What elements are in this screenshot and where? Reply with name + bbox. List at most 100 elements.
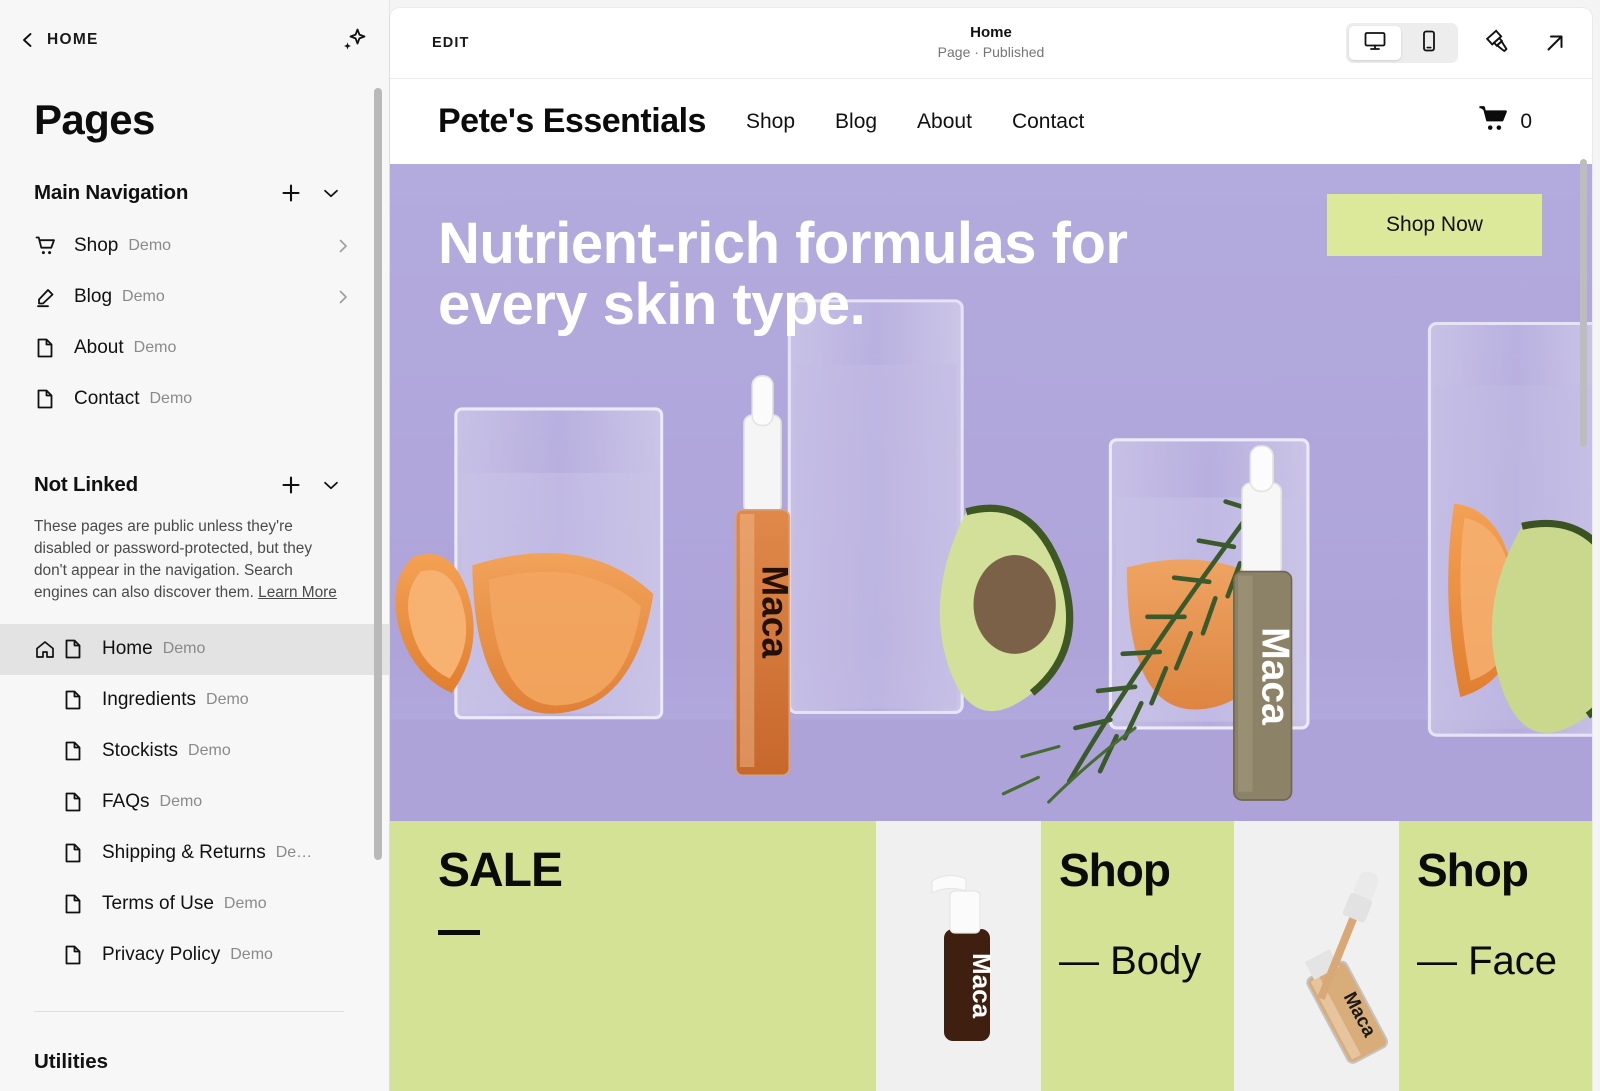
sidebar-item-badge: Demo xyxy=(206,691,249,708)
paintbrush-icon[interactable] xyxy=(1484,28,1514,58)
plus-icon[interactable] xyxy=(278,472,304,498)
sale-dash xyxy=(438,930,480,935)
document-icon xyxy=(62,689,84,711)
promo-body-subtitle: — Body xyxy=(1059,939,1202,983)
section-header-not-linked: Not Linked xyxy=(0,458,390,512)
document-icon xyxy=(62,944,84,966)
sidebar-item-ingredients[interactable]: Ingredients Demo xyxy=(0,675,390,726)
sidebar-item-label: Privacy Policy xyxy=(102,944,221,965)
back-label: HOME xyxy=(47,31,99,48)
sidebar-item-badge: Demo xyxy=(128,236,172,254)
site-nav-about[interactable]: About xyxy=(917,110,972,134)
not-linked-description: These pages are public unless they're di… xyxy=(0,512,390,624)
sidebar-item-label: Stockists xyxy=(102,740,179,761)
cart-icon xyxy=(34,234,58,258)
device-desktop-button[interactable] xyxy=(1349,26,1401,60)
product-label: Maca xyxy=(967,953,997,1019)
sidebar-item-shop[interactable]: Shop Demo xyxy=(0,220,390,271)
dropper-bottle-photo: Maca xyxy=(1234,821,1399,1091)
site-nav-contact[interactable]: Contact xyxy=(1012,110,1084,134)
document-icon xyxy=(62,893,84,915)
sidebar-scroll-area: Pages Main Navigation Shop Demo Blog Dem… xyxy=(0,80,390,1091)
promo-sale-cell[interactable]: SALE xyxy=(390,821,876,1091)
promo-face-subtitle: — Face xyxy=(1417,939,1558,983)
sidebar-item-contact[interactable]: Contact Demo xyxy=(0,373,390,424)
promo-shop-body[interactable]: Shop — Body xyxy=(1041,821,1234,1091)
promo-face-photo[interactable]: Maca xyxy=(1234,821,1399,1091)
sidebar-item-label: FAQs xyxy=(102,791,150,812)
product-label: Maca xyxy=(755,565,797,658)
document-icon xyxy=(62,638,84,660)
sidebar-top-bar: HOME xyxy=(0,0,390,80)
promo-strip: SALE Maca Shop — Body Maca Shop — Face xyxy=(390,821,1592,1091)
shopping-cart-icon xyxy=(1477,105,1511,138)
sidebar-item-label: Terms of Use xyxy=(102,893,214,914)
site-nav-shop[interactable]: Shop xyxy=(746,110,795,134)
sidebar-item-label: Blog xyxy=(74,285,113,307)
cart-button[interactable]: 0 xyxy=(1477,105,1558,138)
monitor-icon xyxy=(1363,29,1387,58)
sidebar-item-label: Home xyxy=(102,638,153,659)
sidebar-item-badge: Demo xyxy=(133,338,177,356)
sidebar-item-badge: Demo xyxy=(122,287,165,305)
preview-panel: EDIT Home Page · Published Pete's Essent… xyxy=(390,8,1592,1091)
preview-scrollbar[interactable] xyxy=(1580,159,1587,447)
phone-icon xyxy=(1417,29,1441,58)
section-title-utilities: Utilities xyxy=(34,1049,109,1073)
sidebar-item-badge: Demo xyxy=(188,742,231,759)
plus-icon[interactable] xyxy=(278,180,304,206)
document-icon xyxy=(62,842,84,864)
sidebar-item-badge: Demo xyxy=(223,895,267,912)
chevron-left-icon xyxy=(20,32,36,48)
product-label: Maca xyxy=(1254,627,1297,725)
sidebar-item-blog[interactable]: Blog Demo xyxy=(0,271,390,322)
chevron-down-icon[interactable] xyxy=(318,180,344,206)
sidebar-item-shipping-returns[interactable]: Shipping & Returns De… xyxy=(0,828,390,879)
promo-shop-face[interactable]: Shop — Face xyxy=(1399,821,1592,1091)
sidebar-item-label: About xyxy=(74,336,124,358)
shop-now-button[interactable]: Shop Now xyxy=(1327,194,1542,256)
site-preview: Pete's Essentials Shop Blog About Contac… xyxy=(390,79,1592,1091)
sidebar-scrollbar[interactable] xyxy=(374,88,382,860)
pump-bottle-photo: Maca xyxy=(876,821,1041,1091)
section-title: Not Linked xyxy=(34,473,138,496)
sidebar-item-label: Shipping & Returns xyxy=(102,842,266,863)
sidebar-item-label: Ingredients xyxy=(102,689,197,710)
sidebar-item-badge: Demo xyxy=(162,640,206,657)
chevron-right-icon[interactable] xyxy=(336,290,350,304)
sidebar-item-about[interactable]: About Demo xyxy=(0,322,390,373)
sidebar-item-badge: Demo xyxy=(149,389,193,407)
site-nav: Shop Blog About Contact xyxy=(746,110,1084,134)
site-brand[interactable]: Pete's Essentials xyxy=(438,102,706,141)
pen-icon xyxy=(34,285,58,309)
home-icon xyxy=(34,638,56,660)
hero-headline: Nutrient-rich formulas for every skin ty… xyxy=(438,211,1128,337)
document-icon xyxy=(34,388,56,410)
toolbar-actions xyxy=(1346,23,1570,63)
sidebar-item-terms-of-use[interactable]: Terms of Use Demo xyxy=(0,879,390,930)
promo-body-photo[interactable]: Maca xyxy=(876,821,1041,1091)
document-icon xyxy=(62,740,84,762)
device-toggle xyxy=(1346,23,1458,63)
sidebar-item-label: Shop xyxy=(74,234,119,256)
sidebar-item-faqs[interactable]: FAQs Demo xyxy=(0,777,390,828)
site-header: Pete's Essentials Shop Blog About Contac… xyxy=(390,79,1592,164)
sidebar-item-badge: Demo xyxy=(159,793,203,810)
arrow-up-right-icon[interactable] xyxy=(1540,28,1570,58)
app-root: HOME Pages Main Navigation Shop Demo Blo… xyxy=(0,0,1600,1091)
chevron-down-icon[interactable] xyxy=(318,472,344,498)
sidebar-item-stockists[interactable]: Stockists Demo xyxy=(0,726,390,777)
chevron-right-icon[interactable] xyxy=(336,239,350,253)
cart-count: 0 xyxy=(1520,109,1532,133)
page-title: Pages xyxy=(34,96,155,143)
sidebar-item-label: Contact xyxy=(74,387,140,409)
edit-button[interactable]: EDIT xyxy=(432,35,469,51)
sparkle-icon[interactable] xyxy=(338,25,368,55)
sidebar-item-privacy-policy[interactable]: Privacy Policy Demo xyxy=(0,930,390,981)
sidebar-item-badge: Demo xyxy=(230,946,273,963)
sidebar-item-home[interactable]: Home Demo xyxy=(0,623,390,675)
back-to-home-button[interactable]: HOME xyxy=(20,31,99,49)
site-nav-blog[interactable]: Blog xyxy=(835,110,877,134)
learn-more-link[interactable]: Learn More xyxy=(258,584,337,601)
device-mobile-button[interactable] xyxy=(1403,26,1455,60)
